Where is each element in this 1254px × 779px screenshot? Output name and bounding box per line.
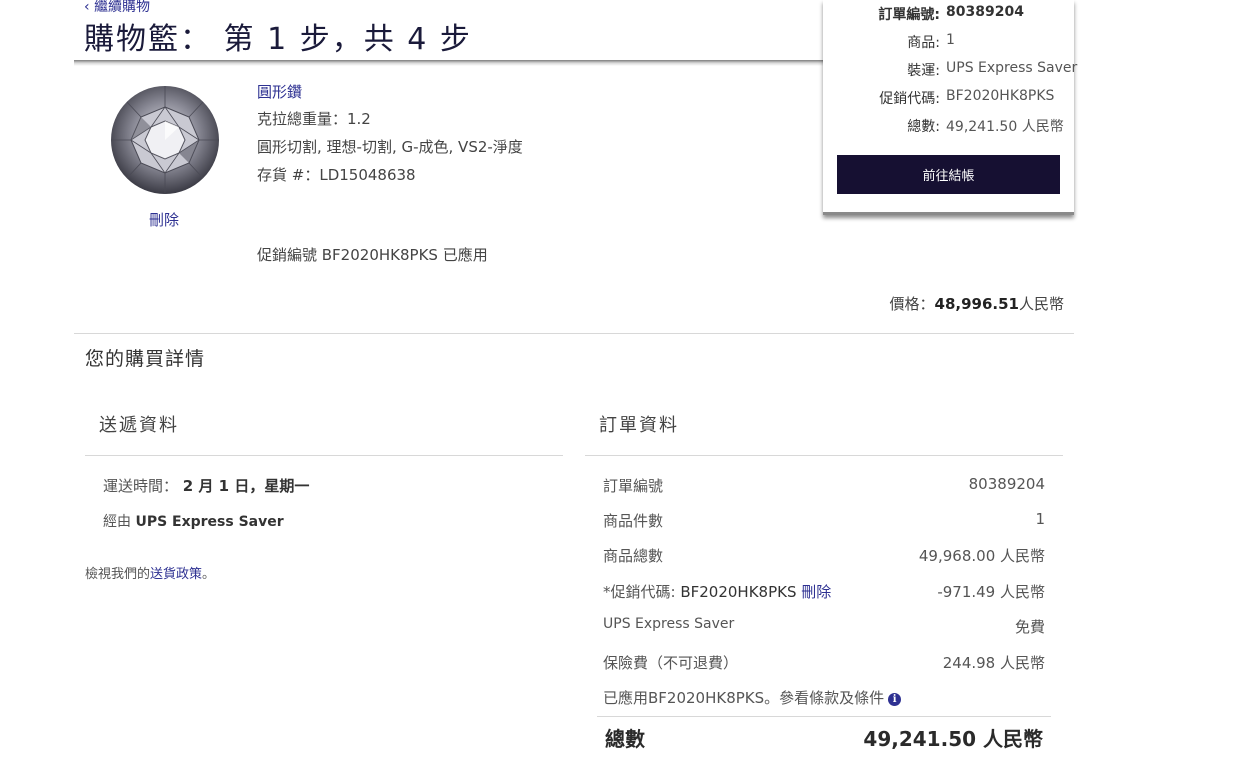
purchase-details-title: 您的購買詳情 — [85, 348, 206, 370]
shipped-via-value: UPS Express Saver — [135, 514, 284, 530]
order-total-row: 總數 49,241.50 人民幣 — [605, 723, 1043, 753]
order-row-insurance: 保險費（不可退費） 244.98 人民幣 — [603, 652, 1045, 678]
summary-items-value: 1 — [946, 32, 955, 48]
summary-items-row: 商品: 1 — [823, 32, 1074, 56]
summary-total-value: 49,241.50 人民幣 — [946, 119, 1064, 135]
info-icon[interactable]: i — [888, 693, 902, 706]
page-title: 購物籃： 第 1 步，共 4 步 — [84, 22, 472, 57]
round-diamond-icon — [107, 85, 223, 195]
delivery-time-value: 2 月 1 日，星期一 — [182, 477, 310, 495]
order-row-subtotal: 商品總數 49,968.00 人民幣 — [603, 545, 1045, 571]
order-row-shipping: UPS Express Saver 免費 — [603, 616, 1045, 642]
item-price-currency: 人民幣 — [1018, 295, 1064, 313]
order-total-label: 總數 — [605, 727, 645, 751]
total-divider — [597, 716, 1051, 717]
order-row-label: 訂單編號 — [603, 477, 664, 495]
product-stock-number: 存貨 #：LD15048638 — [257, 166, 416, 184]
summary-promo-label: 促銷代碼: — [879, 91, 940, 107]
summary-total-label: 總數: — [907, 119, 940, 135]
item-price: 價格：48,996.51人民幣 — [890, 293, 1065, 314]
shipped-via-label: 經由 — [103, 514, 131, 530]
summary-shipping-value: UPS Express Saver — [946, 60, 1078, 76]
item-price-value: 48,996.51 — [934, 295, 1019, 313]
order-row-value: 1 — [1035, 510, 1045, 528]
remove-item-link[interactable]: 刪除 — [149, 209, 179, 230]
order-row-number: 訂單編號 80389204 — [603, 475, 1045, 501]
summary-order-number-row: 訂單編號: 80389204 — [823, 4, 1074, 28]
order-row-label: 保險費（不可退費） — [603, 654, 739, 672]
order-row-label: *促銷代碼: BF2020HK8PKS 刪除 — [603, 581, 831, 602]
product-name-link[interactable]: 圓形鑽 — [257, 81, 302, 102]
order-summary-box: 訂單編號: 80389204 商品: 1 裝運: UPS Express Sav… — [823, 0, 1078, 215]
promo-terms-text: 已應用BF2020HK8PKS。參看條款及條件 — [603, 689, 885, 707]
order-row-value: 244.98 人民幣 — [942, 654, 1045, 672]
summary-items-label: 商品: — [907, 35, 940, 51]
delivery-time: 運送時間： 2 月 1 日，星期一 — [103, 475, 309, 496]
promo-applied-note: 促銷編號 BF2020HK8PKS 已應用 — [257, 246, 488, 264]
shipping-info-title: 送遞資料 — [99, 415, 179, 436]
summary-promo-value: BF2020HK8PKS — [946, 88, 1055, 104]
shipping-policy-note: 檢視我們的送貨政策。 — [85, 563, 215, 582]
checkout-button[interactable]: 前往結帳 — [837, 155, 1060, 194]
summary-shipping-row: 裝運: UPS Express Saver — [823, 60, 1078, 84]
order-row-value: 49,968.00 人民幣 — [918, 547, 1045, 565]
order-row-value: 80389204 — [968, 475, 1045, 493]
order-row-value: -971.49 人民幣 — [937, 583, 1045, 601]
order-total-value: 49,241.50 人民幣 — [863, 727, 1043, 751]
policy-suffix: 。 — [202, 567, 216, 582]
order-row-promo: *促銷代碼: BF2020HK8PKS 刪除 -971.49 人民幣 — [603, 581, 1045, 607]
summary-promo-row: 促銷代碼: BF2020HK8PKS — [823, 88, 1074, 112]
product-carat: 克拉總重量：1.2 — [257, 110, 371, 128]
order-divider — [585, 455, 1063, 456]
order-row-value: 免費 — [1014, 618, 1045, 636]
shipping-policy-link[interactable]: 送貨政策 — [150, 567, 202, 582]
shipping-divider — [85, 455, 563, 456]
promo-code-value: BF2020HK8PKS — [680, 583, 797, 601]
remove-promo-link[interactable]: 刪除 — [801, 583, 831, 601]
item-price-label: 價格： — [889, 295, 935, 313]
promo-terms-row: 已應用BF2020HK8PKS。參看條款及條件 i — [603, 687, 902, 708]
summary-order-number-label: 訂單編號: — [878, 7, 940, 23]
order-row-label: 商品件數 — [603, 512, 664, 530]
order-row-item-count: 商品件數 1 — [603, 510, 1045, 536]
order-row-label: 商品總數 — [603, 547, 664, 565]
delivery-time-label: 運送時間： — [103, 477, 179, 495]
section-divider — [74, 333, 1074, 334]
promo-code-label: *促銷代碼: — [603, 583, 676, 601]
order-row-label: UPS Express Saver — [603, 616, 735, 632]
summary-order-number: 80389204 — [946, 4, 1024, 20]
chevron-left-icon: ‹ — [84, 0, 95, 15]
policy-prefix: 檢視我們的 — [85, 567, 151, 582]
product-details: 圓形切割, 理想-切割, G-成色, VS2-淨度 — [257, 138, 523, 156]
header-divider — [74, 60, 824, 66]
shipped-via: 經由 UPS Express Saver — [103, 511, 284, 531]
order-info-title: 訂單資料 — [599, 415, 679, 436]
summary-total-row: 總數: 49,241.50 人民幣 — [823, 116, 1074, 140]
summary-shipping-label: 裝運: — [907, 63, 940, 79]
